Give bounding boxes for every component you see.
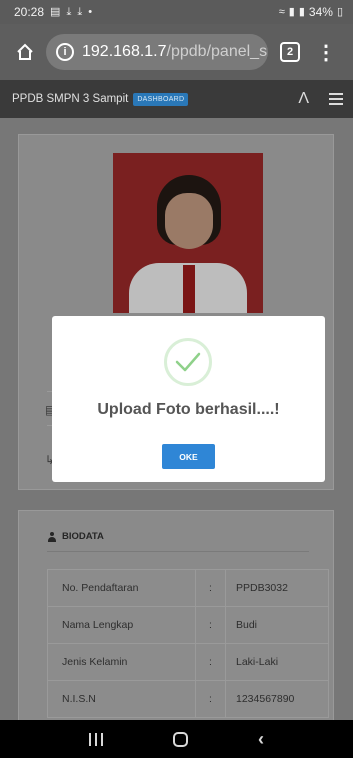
download-icon: ⤓ — [77, 5, 83, 18]
table-row: No. Pendaftaran : PPDB3032 — [47, 569, 329, 607]
signal-icon: ▮ — [288, 5, 295, 18]
browser-menu-button[interactable]: ⋮ — [316, 40, 336, 65]
row-value: Laki-Laki — [225, 643, 329, 681]
student-photo — [113, 153, 263, 313]
dialog-title: Upload Foto berhasil....! — [97, 401, 280, 418]
biodata-title: BIODATA — [62, 531, 104, 542]
hamburger-menu-icon[interactable] — [329, 93, 343, 105]
success-dialog: Upload Foto berhasil....! OKE — [52, 316, 325, 482]
system-navigation-bar: ‹ — [0, 720, 353, 758]
row-separator: : — [195, 606, 226, 644]
download-icon: ⤓ — [66, 5, 72, 18]
row-label: Nama Lengkap — [47, 606, 196, 644]
battery-icon: ▯ — [336, 5, 343, 18]
browser-toolbar: i 192.168.1.7/ppdb/panel_sis 2 ⋮ — [0, 24, 353, 80]
app-navbar: PPDB SMPN 3 Sampit DASHBOARD Λ — [0, 80, 353, 118]
row-label: Jenis Kelamin — [47, 643, 196, 681]
success-check-icon — [164, 338, 212, 386]
row-separator: : — [195, 643, 226, 681]
user-icon — [47, 531, 57, 542]
row-value: 1234567890 — [225, 680, 329, 718]
biodata-heading: BIODATA — [47, 531, 104, 542]
ok-button[interactable]: OKE — [162, 444, 215, 469]
dashboard-badge[interactable]: DASHBOARD — [133, 92, 189, 106]
clock: 20:28 — [14, 5, 45, 19]
wifi-icon: ≈ — [278, 5, 285, 18]
url-path: /ppdb/panel_sis — [166, 43, 268, 60]
row-label: No. Pendaftaran — [47, 569, 196, 607]
address-bar[interactable]: i 192.168.1.7/ppdb/panel_sis — [46, 34, 268, 70]
row-separator: : — [195, 569, 226, 607]
status-bar: 20:28 ▤ ⤓ ⤓ • ≈ ▮ ▮ 34% ▯ — [0, 0, 353, 24]
home-icon — [17, 43, 33, 60]
home-nav-button[interactable] — [173, 731, 188, 747]
recents-button[interactable] — [89, 732, 103, 746]
dot-icon: • — [88, 5, 93, 18]
info-icon[interactable]: i — [56, 43, 74, 61]
signal-icon: ▮ — [298, 5, 305, 18]
table-row: Nama Lengkap : Budi — [47, 606, 329, 644]
biodata-card: BIODATA No. Pendaftaran : PPDB3032 Nama … — [18, 510, 334, 720]
network-icon[interactable]: Λ — [298, 90, 309, 108]
battery-percent: 34% — [308, 5, 333, 19]
table-row: N.I.S.N : 1234567890 — [47, 680, 329, 718]
back-button[interactable]: ‹ — [258, 729, 264, 750]
biodata-table: No. Pendaftaran : PPDB3032 Nama Lengkap … — [47, 569, 329, 718]
url-host: 192.168.1.7 — [82, 43, 167, 60]
app-brand[interactable]: PPDB SMPN 3 Sampit — [12, 93, 128, 105]
gallery-icon: ▤ — [50, 5, 61, 18]
row-value: Budi — [225, 606, 329, 644]
home-button[interactable] — [8, 35, 42, 69]
tab-switcher-button[interactable]: 2 — [280, 42, 300, 62]
divider — [47, 551, 309, 552]
row-separator: : — [195, 680, 226, 718]
row-label: N.I.S.N — [47, 680, 196, 718]
row-value: PPDB3032 — [225, 569, 329, 607]
table-row: Jenis Kelamin : Laki-Laki — [47, 643, 329, 681]
